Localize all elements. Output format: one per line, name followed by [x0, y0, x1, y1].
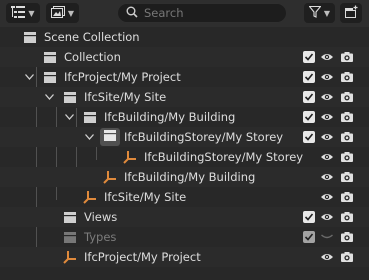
empty-axes-icon — [102, 169, 118, 185]
exclude-checkbox[interactable] — [302, 110, 316, 124]
chevron-down-icon: ▼ — [323, 8, 331, 18]
exclude-checkbox[interactable] — [302, 70, 316, 84]
eye-closed-icon[interactable] — [320, 230, 334, 244]
exclude-checkbox[interactable] — [302, 130, 316, 144]
tree-row-label: IfcBuilding/My Building — [104, 110, 236, 124]
new-collection-icon — [344, 4, 358, 22]
active-collection-highlight — [100, 128, 120, 146]
tree-row-label: IfcSite/My Site — [104, 190, 187, 204]
exclude-checkbox[interactable] — [302, 90, 316, 104]
eye-icon[interactable] — [320, 70, 334, 84]
collection-icon — [42, 49, 58, 65]
empty-axes-icon — [82, 189, 98, 205]
collection-icon — [62, 89, 78, 105]
tree-row-label: IfcBuildingStorey/My Storey — [144, 150, 304, 164]
eye-icon[interactable] — [320, 90, 334, 104]
collection-icon — [103, 129, 117, 145]
tree-row-ifcbuilding-collection[interactable]: IfcBuilding/My Building — [0, 107, 369, 127]
eye-icon[interactable] — [320, 50, 334, 64]
tree-row-ifcbuilding-empty[interactable]: IfcBuilding/My Building — [0, 167, 369, 187]
exclude-checkbox[interactable] — [302, 50, 316, 64]
camera-icon[interactable] — [340, 70, 354, 84]
camera-icon[interactable] — [340, 210, 354, 224]
funnel-icon — [308, 5, 322, 21]
camera-icon[interactable] — [340, 170, 354, 184]
eye-icon[interactable] — [320, 210, 334, 224]
chevron-down-icon[interactable] — [82, 130, 96, 144]
tree-row-ifcsite-collection[interactable]: IfcSite/My Site — [0, 87, 369, 107]
eye-icon[interactable] — [320, 250, 334, 264]
camera-icon[interactable] — [340, 230, 354, 244]
tree-row-scene-collection[interactable]: Scene Collection — [0, 27, 369, 47]
tree-row-ifcsite-empty[interactable]: IfcSite/My Site — [0, 187, 369, 207]
eye-icon[interactable] — [320, 170, 334, 184]
eye-icon[interactable] — [320, 150, 334, 164]
eye-icon[interactable] — [320, 110, 334, 124]
chevron-down-icon[interactable] — [42, 90, 56, 104]
chevron-down-icon[interactable] — [22, 70, 36, 84]
filter-type-button[interactable]: ▼ — [46, 3, 79, 23]
chevron-down-icon: ▼ — [28, 8, 35, 18]
empty-axes-icon — [122, 149, 138, 165]
search-icon — [126, 6, 138, 21]
display-mode-button[interactable]: ▼ — [6, 3, 40, 23]
camera-icon[interactable] — [340, 90, 354, 104]
tree-row-ifcproject-empty[interactable]: IfcProject/My Project — [0, 247, 369, 267]
eye-icon[interactable] — [320, 130, 334, 144]
eye-icon[interactable] — [320, 190, 334, 204]
tree-row-label: IfcSite/My Site — [84, 90, 167, 104]
chevron-down-icon: ▼ — [67, 8, 75, 18]
tree-row-ifcbuildingstorey-collection[interactable]: IfcBuildingStorey/My Storey — [0, 127, 369, 147]
outliner-header: ▼ ▼ ▼ — [0, 0, 369, 27]
camera-icon[interactable] — [340, 110, 354, 124]
search-input[interactable] — [144, 6, 274, 20]
filter-button[interactable]: ▼ — [304, 3, 335, 23]
tree-row-label: Views — [84, 210, 118, 224]
outliner-display-icon — [11, 5, 26, 21]
camera-icon[interactable] — [340, 130, 354, 144]
camera-icon[interactable] — [340, 150, 354, 164]
collection-icon — [62, 229, 78, 245]
collection-icon — [42, 69, 58, 85]
search-field[interactable] — [117, 3, 287, 23]
tree-row-label: IfcBuilding/My Building — [124, 170, 256, 184]
camera-icon[interactable] — [340, 190, 354, 204]
tree-row-label: IfcProject/My Project — [84, 250, 201, 264]
tree-row-ifcproject-collection[interactable]: IfcProject/My Project — [0, 67, 369, 87]
tree-row-label: Scene Collection — [44, 30, 140, 44]
view-filter-icon — [50, 5, 65, 21]
tree-row-collection[interactable]: Collection — [0, 47, 369, 67]
collection-icon — [82, 109, 98, 125]
tree-row-label: Collection — [64, 50, 121, 64]
collection-icon — [62, 209, 78, 225]
tree-row-views-collection[interactable]: Views — [0, 207, 369, 227]
tree-row-label: IfcBuildingStorey/My Storey — [124, 130, 284, 144]
tree-row-ifcbuildingstorey-empty[interactable]: IfcBuildingStorey/My Storey — [0, 147, 369, 167]
camera-icon[interactable] — [340, 50, 354, 64]
exclude-checkbox[interactable] — [302, 210, 316, 224]
tree-row-types-collection[interactable]: Types — [0, 227, 369, 247]
tree-row-label: Types — [84, 230, 117, 244]
tree-row-label: IfcProject/My Project — [64, 70, 181, 84]
chevron-down-icon[interactable] — [62, 110, 76, 124]
scene-collection-icon — [22, 29, 38, 45]
empty-axes-icon — [62, 249, 78, 265]
new-collection-button[interactable] — [340, 3, 362, 23]
exclude-checkbox[interactable] — [302, 230, 316, 244]
camera-icon[interactable] — [340, 250, 354, 264]
